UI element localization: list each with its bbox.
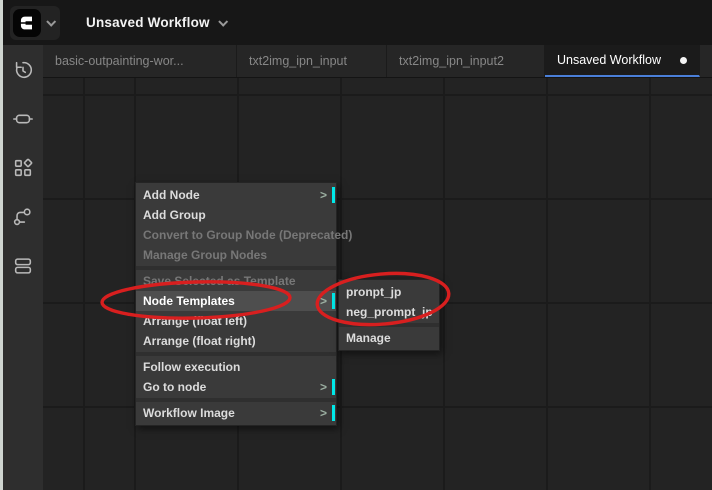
comfyui-logo-icon (13, 9, 41, 37)
chevron-down-icon (218, 17, 228, 27)
submenu-indicator-bar (332, 293, 335, 309)
tab-label: Unsaved Workflow (557, 53, 661, 67)
menu-item-label: Arrange (float right) (143, 334, 256, 348)
menu-item-label: Convert to Group Node (Deprecated) (143, 228, 352, 242)
workflow-title-menu[interactable]: Unsaved Workflow (86, 15, 226, 30)
top-menubar: Unsaved Workflow (3, 0, 712, 45)
tabbar-filler (700, 45, 712, 77)
menu-item-neg-prompt-jp[interactable]: neg_prompt_jp (339, 302, 439, 322)
menu-separator (339, 323, 439, 327)
workflow-tabbar: basic-outpainting-wor... txt2img_ipn_inpu… (43, 45, 712, 78)
menu-separator (136, 352, 336, 356)
node-connection-icon (12, 108, 34, 130)
menu-item-manage[interactable]: Manage (339, 328, 439, 348)
sidebar-item-node-connection[interactable] (6, 102, 40, 136)
menu-item-label: Follow execution (143, 360, 240, 374)
menu-item-arrange-float-left[interactable]: Arrange (float left) (136, 311, 336, 331)
menu-item-label: neg_prompt_jp (346, 305, 433, 319)
canvas-context-menu: Add Node > Add Group Convert to Group Node … (135, 182, 337, 426)
sidebar-item-model-library[interactable] (6, 200, 40, 234)
menu-item-go-to-node[interactable]: Go to node > (136, 377, 336, 397)
menu-item-node-templates[interactable]: Node Templates > (136, 291, 336, 311)
submenu-arrow-icon: > (320, 377, 327, 397)
workflow-tab[interactable]: txt2img_ipn_input2 (387, 45, 545, 77)
sidebar-item-node-library[interactable] (6, 151, 40, 185)
menu-item-convert-to-group-node-deprecated: Convert to Group Node (Deprecated) (136, 225, 336, 245)
node-library-icon (12, 157, 34, 179)
workflow-templates-icon (12, 255, 34, 277)
menu-separator (136, 398, 336, 402)
menu-item-manage-group-nodes: Manage Group Nodes (136, 245, 336, 265)
submenu-indicator-bar (332, 187, 335, 203)
tab-label: txt2img_ipn_input2 (399, 54, 504, 68)
app-window: Unsaved Workflow basic-outpainting-wor..… (0, 0, 712, 490)
workflow-tab[interactable]: Unsaved Workflow (545, 45, 700, 77)
menu-item-label: Add Group (143, 208, 206, 222)
submenu-arrow-icon: > (320, 403, 327, 423)
menu-item-label: Manage Group Nodes (143, 248, 267, 262)
submenu-arrow-icon: > (320, 291, 327, 311)
tab-label: basic-outpainting-wor... (55, 54, 184, 68)
tab-label: txt2img_ipn_input (249, 54, 347, 68)
model-library-icon (12, 206, 34, 228)
menu-item-label: Go to node (143, 380, 206, 394)
unsaved-indicator-dot (680, 57, 687, 64)
menu-item-label: Add Node (143, 188, 200, 202)
menu-item-label: Save Selected as Template (143, 274, 296, 288)
menu-item-label: Workflow Image (143, 406, 235, 420)
menu-item-label: Manage (346, 331, 391, 345)
queue-history-icon (12, 59, 34, 81)
workflow-title: Unsaved Workflow (86, 15, 210, 30)
submenu-arrow-icon: > (320, 185, 327, 205)
menu-item-save-selected-as-template: Save Selected as Template (136, 271, 336, 291)
menu-item-add-node[interactable]: Add Node > (136, 185, 336, 205)
menu-item-pronpt-jp[interactable]: pronpt_jp (339, 282, 439, 302)
submenu-indicator-bar (332, 379, 335, 395)
chevron-down-icon (46, 17, 56, 27)
menu-item-label: pronpt_jp (346, 285, 401, 299)
menu-item-arrange-float-right[interactable]: Arrange (float right) (136, 331, 336, 351)
app-menu-button[interactable] (10, 6, 60, 40)
menu-item-follow-execution[interactable]: Follow execution (136, 357, 336, 377)
menu-item-label: Arrange (float left) (143, 314, 247, 328)
left-sidebar (3, 45, 43, 490)
menu-item-add-group[interactable]: Add Group (136, 205, 336, 225)
sidebar-item-workflow-templates[interactable] (6, 249, 40, 283)
sidebar-item-queue-history[interactable] (6, 53, 40, 87)
submenu-indicator-bar (332, 405, 335, 421)
menu-item-label: Node Templates (143, 294, 235, 308)
workflow-tab[interactable]: txt2img_ipn_input (237, 45, 387, 77)
node-templates-submenu: pronpt_jp neg_prompt_jp Manage (338, 279, 440, 351)
menu-item-workflow-image[interactable]: Workflow Image > (136, 403, 336, 423)
menu-separator (136, 266, 336, 270)
workflow-tab[interactable]: basic-outpainting-wor... (43, 45, 237, 77)
